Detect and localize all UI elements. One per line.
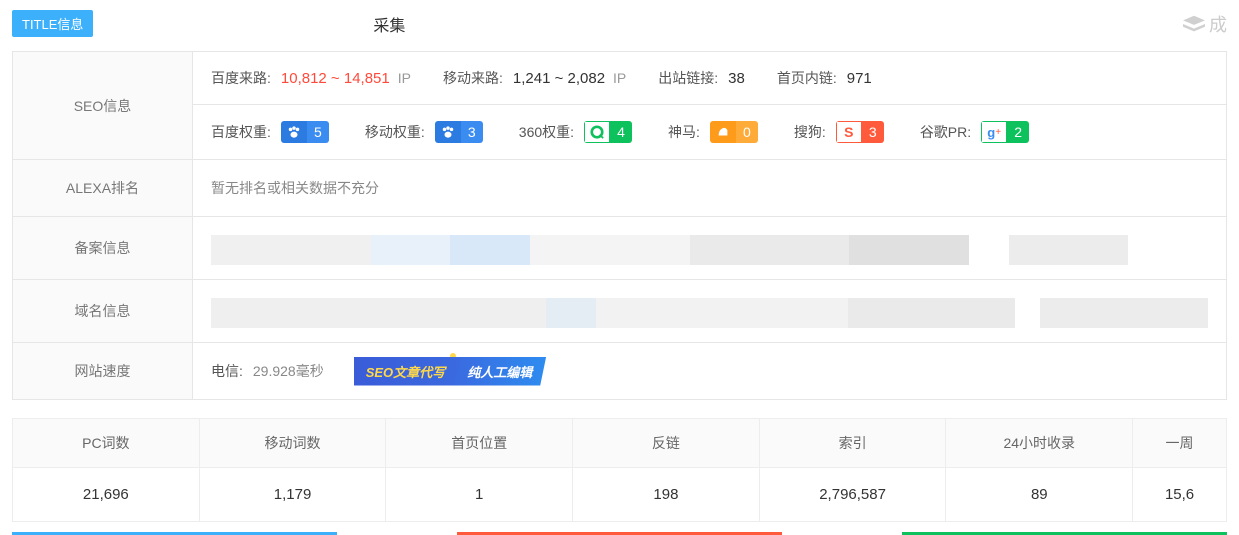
mobile-traffic-unit: IP <box>613 70 626 86</box>
sogou-icon: S <box>836 121 862 143</box>
promo-badge[interactable]: SEO文章代写 纯人工编辑 <box>354 357 546 385</box>
alexa-content: 暂无排名或相关数据不充分 <box>193 160 1226 216</box>
speed-row: 网站速度 电信: 29.928毫秒 SEO文章代写 纯人工编辑 <box>13 343 1226 399</box>
inbound-value[interactable]: 971 <box>847 70 872 87</box>
header-right-text: 成 <box>1209 11 1227 37</box>
speed-label: 网站速度 <box>13 343 193 399</box>
stats-value: 21,696 <box>13 468 199 521</box>
seo-traffic-row: 百度来路: 10,812 ~ 14,851 IP 移动来路: 1,241 ~ 2… <box>193 52 1226 105</box>
baidu-traffic-unit: IP <box>398 70 411 86</box>
baidu-paw-icon <box>281 121 307 143</box>
stats-col-mobile[interactable]: 移动词数 1,179 <box>200 419 387 521</box>
mobile-paw-icon <box>435 121 461 143</box>
sogou-label: 搜狗: <box>794 122 826 142</box>
stats-header: 索引 <box>760 419 946 468</box>
stats-header: 24小时收录 <box>946 419 1132 468</box>
shenma-weight-badge[interactable]: 0 <box>710 121 758 143</box>
alexa-value: 暂无排名或相关数据不充分 <box>211 178 379 198</box>
beian-redacted <box>211 235 1208 265</box>
outbound-value[interactable]: 38 <box>728 70 745 87</box>
stack-icon <box>1183 15 1205 33</box>
outbound-label: 出站链接: <box>658 68 718 88</box>
google-pr-value: 2 <box>1007 121 1029 143</box>
baidu-weight-badge[interactable]: 5 <box>281 121 329 143</box>
google-icon: g+ <box>981 121 1007 143</box>
stats-header: 一周 <box>1133 419 1226 468</box>
q360-weight-value: 4 <box>610 121 632 143</box>
seo-label: SEO信息 <box>13 52 193 159</box>
beian-row: 备案信息 <box>13 217 1226 280</box>
stats-value: 1 <box>386 468 572 521</box>
beian-label: 备案信息 <box>13 217 193 279</box>
alexa-row: ALEXA排名 暂无排名或相关数据不充分 <box>13 160 1226 217</box>
sogou-weight-badge[interactable]: S 3 <box>836 121 884 143</box>
google-pr-label: 谷歌PR: <box>920 122 971 142</box>
stats-col-backlinks[interactable]: 反链 198 <box>573 419 760 521</box>
stats-header: 移动词数 <box>200 419 386 468</box>
stats-value: 1,179 <box>200 468 386 521</box>
speed-isp-value[interactable]: 29.928毫秒 <box>253 361 324 381</box>
baidu-traffic-label: 百度来路: <box>211 68 271 88</box>
google-pr-badge[interactable]: g+ 2 <box>981 121 1029 143</box>
q360-weight-label: 360权重: <box>519 122 574 142</box>
title-badge: TITLE信息 <box>12 10 93 37</box>
beian-content <box>193 217 1226 279</box>
baidu-traffic-value[interactable]: 10,812 ~ 14,851 <box>281 70 390 87</box>
stats-header: PC词数 <box>13 419 199 468</box>
promo-left-text: SEO文章代写 <box>354 357 463 386</box>
shenma-label: 神马: <box>668 122 700 142</box>
baidu-weight-label: 百度权重: <box>211 122 271 142</box>
stats-header: 首页位置 <box>386 419 572 468</box>
stats-col-pc[interactable]: PC词数 21,696 <box>13 419 200 521</box>
q360-icon <box>584 121 610 143</box>
baidu-weight-value: 5 <box>307 121 329 143</box>
shenma-horse-icon <box>710 121 736 143</box>
q360-weight-badge[interactable]: 4 <box>584 121 632 143</box>
speed-content: 电信: 29.928毫秒 SEO文章代写 纯人工编辑 <box>193 343 1226 399</box>
inbound-label: 首页内链: <box>777 68 837 88</box>
seo-weight-row: 百度权重: 5 移动权重: 3 360权重: 4 神马: <box>193 105 1226 159</box>
domain-redacted <box>211 298 1208 328</box>
header-right[interactable]: 成 <box>1183 11 1227 37</box>
stats-value: 2,796,587 <box>760 468 946 521</box>
page-header: TITLE信息 采集 成 <box>0 0 1239 51</box>
stats-value: 89 <box>946 468 1132 521</box>
alexa-label: ALEXA排名 <box>13 160 193 216</box>
domain-label: 域名信息 <box>13 280 193 342</box>
domain-content <box>193 280 1226 342</box>
speed-isp-label: 电信: <box>211 361 243 381</box>
promo-right-text: 纯人工编辑 <box>453 357 546 386</box>
domain-row: 域名信息 <box>13 280 1226 343</box>
mobile-traffic-value[interactable]: 1,241 ~ 2,082 <box>513 70 605 87</box>
title-text-suffix: 采集 <box>373 12 405 36</box>
seo-info-table: SEO信息 百度来路: 10,812 ~ 14,851 IP 移动来路: 1,2… <box>12 51 1227 400</box>
mobile-weight-value: 3 <box>461 121 483 143</box>
mobile-weight-badge[interactable]: 3 <box>435 121 483 143</box>
mobile-weight-label: 移动权重: <box>365 122 425 142</box>
stats-table: PC词数 21,696 移动词数 1,179 首页位置 1 反链 198 索引 … <box>12 418 1227 522</box>
stats-col-week[interactable]: 一周 15,6 <box>1133 419 1226 521</box>
stats-value: 15,6 <box>1133 468 1226 521</box>
seo-row: SEO信息 百度来路: 10,812 ~ 14,851 IP 移动来路: 1,2… <box>13 52 1226 160</box>
stats-col-index[interactable]: 索引 2,796,587 <box>760 419 947 521</box>
stats-header: 反链 <box>573 419 759 468</box>
shenma-weight-value: 0 <box>736 121 758 143</box>
sogou-weight-value: 3 <box>862 121 884 143</box>
stats-col-24h[interactable]: 24小时收录 89 <box>946 419 1133 521</box>
stats-col-homepage[interactable]: 首页位置 1 <box>386 419 573 521</box>
mobile-traffic-label: 移动来路: <box>443 68 503 88</box>
stats-value: 198 <box>573 468 759 521</box>
